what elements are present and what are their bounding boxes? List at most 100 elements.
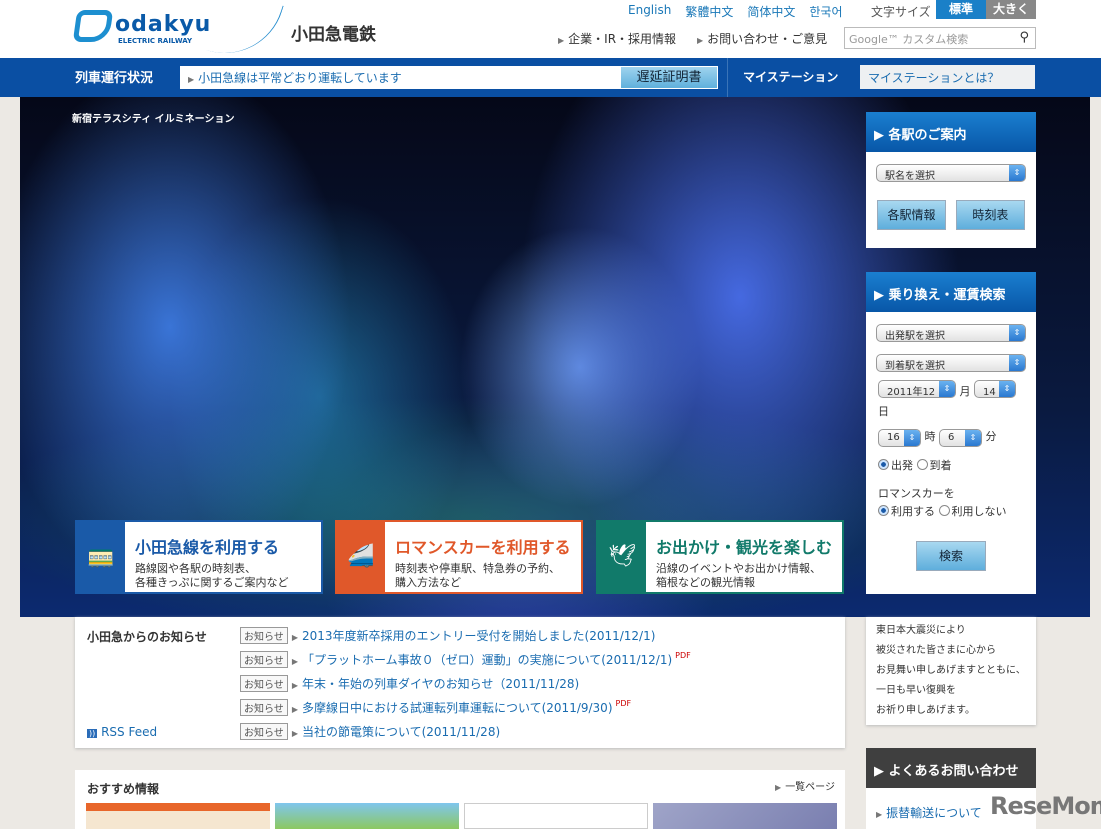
news-tag: お知らせ xyxy=(240,651,288,668)
train-status-box[interactable]: ▶ 小田急線は平常どおり運転しています xyxy=(180,66,620,89)
romancecar-icon: 🚄 xyxy=(337,522,385,592)
rss-feed-link[interactable]: )) RSS Feed xyxy=(87,725,157,739)
panel-header: ▶ よくあるお問い合わせ xyxy=(866,748,1036,788)
day-label: 日 xyxy=(878,405,889,418)
news-box: 小田急からのお知らせ )) RSS Feed お知らせ ▶ 2013年度新卒採用のエ… xyxy=(75,617,845,748)
search-input[interactable]: Google™ カスタム検索 ⚲ xyxy=(844,27,1036,49)
font-size-label: 文字サイズ xyxy=(871,5,931,19)
earthquake-message: 東日本大震災により 被災された皆さまに心から お見舞い申しあげますとともに、 一… xyxy=(866,617,1036,725)
news-tag: お知らせ xyxy=(240,723,288,740)
triangle-icon: ▶ xyxy=(697,36,704,45)
news-item[interactable]: お知らせ ▶ 年末・年始の列車ダイヤのお知らせ（2011/11/28) xyxy=(240,675,579,692)
news-tag: お知らせ xyxy=(240,675,288,692)
card-title: 小田急線を利用する xyxy=(135,538,280,557)
card-desc-line: 時刻表や停車駅、特急券の予約、 xyxy=(395,562,560,575)
arrival-station-select[interactable]: 到着駅を選択 ⇕ xyxy=(876,354,1026,372)
news-title: 小田急からのお知らせ xyxy=(87,630,207,644)
lang-korean[interactable]: 한국어 xyxy=(809,3,842,20)
news-tag: お知らせ xyxy=(240,699,288,716)
font-size-large-button[interactable]: 大きく xyxy=(986,0,1036,19)
arrive-radio[interactable] xyxy=(916,459,928,470)
romancecar-label: ロマンスカーを xyxy=(878,487,955,500)
route-search-button[interactable]: 検索 xyxy=(916,541,986,571)
pdf-icon: PDF xyxy=(615,699,632,708)
departure-station-select[interactable]: 出発駅を選択 ⇕ xyxy=(876,324,1026,342)
hour-select[interactable]: 16 ⇕ xyxy=(878,429,921,447)
updown-icon: ⇕ xyxy=(1009,165,1025,181)
corporate-link[interactable]: ▶ 企業・IR・採用情報 xyxy=(558,30,676,47)
message-line: 東日本大震災により xyxy=(876,625,966,636)
news-item[interactable]: お知らせ ▶ 「プラットホーム事故０（ゼロ）運動」の実施について(2011/12/1… xyxy=(240,651,691,668)
card-sightseeing[interactable]: 🕊 お出かけ・観光を楽しむ 沿線のイベントやお出かけ情報、 箱根などの観光情報 xyxy=(596,520,844,594)
station-info-button[interactable]: 各駅情報 xyxy=(877,200,946,230)
recommend-thumb[interactable] xyxy=(653,803,837,829)
news-item[interactable]: お知らせ ▶ 当社の節電策について(2011/11/28) xyxy=(240,723,500,740)
train-icon: 🚃 xyxy=(77,522,125,592)
station-guide-panel: ▶ 各駅のご案内 駅名を選択 ⇕ 各駅情報 時刻表 xyxy=(866,112,1036,248)
language-links: English 繁體中文 简体中文 한국어 xyxy=(628,3,843,20)
select-value: 到着駅を選択 xyxy=(885,361,945,372)
odakyu-logo[interactable]: odakyu ELECTRIC RAILWAY xyxy=(72,8,225,48)
mystation-label: マイステーション xyxy=(743,70,839,84)
contact-link-label: お問い合わせ・ご意見 xyxy=(707,32,828,46)
news-link[interactable]: 年末・年始の列車ダイヤのお知らせ（2011/11/28) xyxy=(302,677,579,691)
minute-label: 分 xyxy=(985,430,997,443)
updown-icon: ⇕ xyxy=(999,381,1015,397)
updown-icon: ⇕ xyxy=(1009,325,1025,341)
timetable-button[interactable]: 時刻表 xyxy=(955,200,1025,230)
select-value: 16 xyxy=(887,432,900,443)
list-page-label: 一覧ページ xyxy=(785,782,835,793)
lang-english[interactable]: English xyxy=(628,3,671,20)
news-item[interactable]: お知らせ ▶ 多摩線日中における試運転列車運転について(2011/9/30) PDF xyxy=(240,699,631,716)
contact-link[interactable]: ▶ お問い合わせ・ご意見 xyxy=(697,30,827,47)
card-desc-line: 路線図や各駅の時刻表、 xyxy=(135,562,256,575)
recommend-thumb[interactable] xyxy=(464,803,648,829)
card-title: ロマンスカーを利用する xyxy=(395,538,571,557)
recommend-thumb[interactable] xyxy=(86,803,270,829)
lang-simplified-chinese[interactable]: 简体中文 xyxy=(747,3,795,20)
minute-select[interactable]: 6 ⇕ xyxy=(939,429,982,447)
news-link[interactable]: 多摩線日中における試運転列車運転について(2011/9/30) xyxy=(302,701,613,715)
news-link[interactable]: 「プラットホーム事故０（ゼロ）運動」の実施について(2011/12/1) xyxy=(302,653,672,667)
recommend-thumb[interactable] xyxy=(275,803,459,829)
company-name: 小田急電鉄 xyxy=(291,25,376,45)
dove-icon: 🕊 xyxy=(598,522,646,592)
card-title: お出かけ・観光を楽しむ xyxy=(656,538,833,557)
triangle-icon: ▶ xyxy=(188,75,195,84)
card-desc-line: 購入方法など xyxy=(395,576,461,589)
day-select[interactable]: 14 ⇕ xyxy=(974,380,1016,398)
message-line: お祈り申しあげます。 xyxy=(876,705,975,716)
panel-header: ▶ 乗り換え・運賃検索 xyxy=(866,272,1036,312)
mystation-help-link[interactable]: マイステーションとは？ xyxy=(860,65,1035,89)
triangle-icon: ▶ xyxy=(876,810,883,819)
font-size-standard-button[interactable]: 標準 xyxy=(936,0,986,19)
not-use-label: 利用しない xyxy=(951,505,1007,518)
news-link[interactable]: 2013年度新卒採用のエントリー受付を開始しました(2011/12/1) xyxy=(302,629,655,643)
message-line: お見舞い申しあげますとともに、 xyxy=(876,665,1026,676)
lang-traditional-chinese[interactable]: 繁體中文 xyxy=(685,3,733,20)
year-month-select[interactable]: 2011年12 ⇕ xyxy=(878,380,956,398)
faq-title: よくあるお問い合わせ xyxy=(888,764,1019,779)
delay-certificate-button[interactable]: 遅延証明書 xyxy=(620,66,718,89)
updown-icon: ⇕ xyxy=(965,430,981,446)
station-select[interactable]: 駅名を選択 ⇕ xyxy=(876,164,1026,182)
triangle-icon: ▶ xyxy=(291,657,298,666)
card-use-odakyu[interactable]: 🚃 小田急線を利用する 路線図や各駅の時刻表、 各種きっぷに関するご案内など xyxy=(75,520,323,594)
month-label: 月 xyxy=(959,385,971,398)
updown-icon: ⇕ xyxy=(904,430,920,446)
select-value: 14 xyxy=(983,387,996,398)
panel-title: 各駅のご案内 xyxy=(888,128,967,143)
rss-label: RSS Feed xyxy=(101,725,158,739)
news-tag: お知らせ xyxy=(240,627,288,644)
message-line: 被災された皆さまに心から xyxy=(876,645,996,656)
use-romancecar-radio[interactable] xyxy=(878,505,889,516)
recommend-title: おすすめ情報 xyxy=(87,782,160,796)
news-item[interactable]: お知らせ ▶ 2013年度新卒採用のエントリー受付を開始しました(2011/12/1… xyxy=(240,627,655,644)
news-link[interactable]: 当社の節電策について(2011/11/28) xyxy=(302,725,500,739)
depart-label: 出発 xyxy=(891,459,913,472)
card-romancecar[interactable]: 🚄 ロマンスカーを利用する 時刻表や停車駅、特急券の予約、 購入方法など xyxy=(335,520,583,594)
no-romancecar-radio[interactable] xyxy=(938,505,950,516)
list-page-link[interactable]: ▶ 一覧ページ xyxy=(775,778,835,793)
depart-radio[interactable] xyxy=(878,459,889,470)
search-icon[interactable]: ⚲ xyxy=(1019,30,1029,45)
